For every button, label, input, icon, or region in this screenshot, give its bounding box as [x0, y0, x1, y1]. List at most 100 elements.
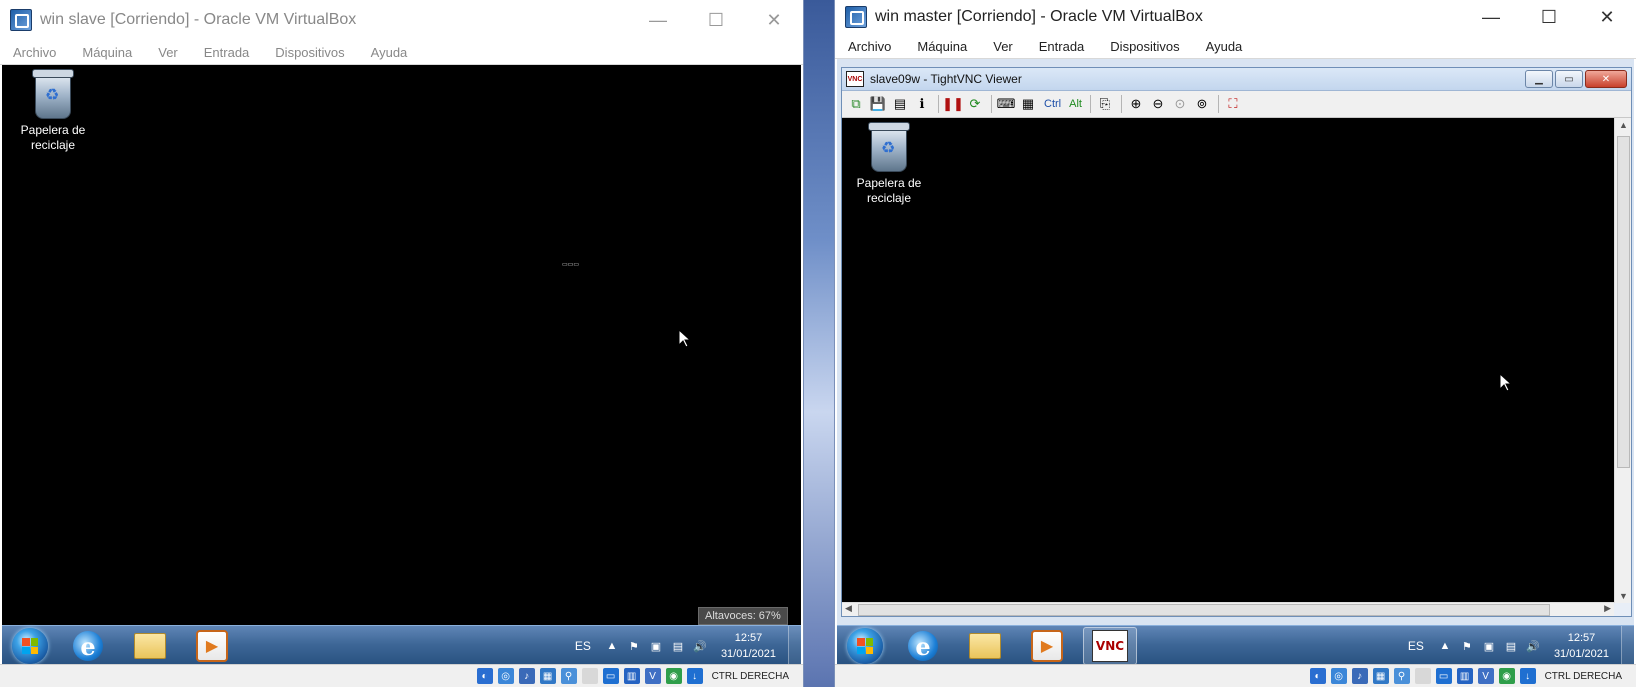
menu-ayuda[interactable]: Ayuda — [358, 45, 421, 60]
recording-status-icon[interactable]: ▥ — [623, 668, 640, 684]
taskbar-internet-explorer[interactable]: e — [897, 628, 949, 664]
scroll-down-icon[interactable]: ▼ — [1619, 591, 1628, 601]
vnc-restore-button[interactable]: ▭ — [1555, 70, 1583, 88]
show-hidden-icons-icon[interactable]: ▲ — [1438, 639, 1452, 653]
tray-clock[interactable]: 12:57 31/01/2021 — [721, 630, 776, 662]
zoom-in-icon[interactable]: ⊕ — [1126, 94, 1146, 114]
vnc-title-bar[interactable]: VNC slave09w - TightVNC Viewer ▁ ▭ ✕ — [842, 68, 1631, 91]
connection-info-icon[interactable]: ℹ — [912, 94, 932, 114]
scroll-left-icon[interactable]: ◀ — [845, 603, 852, 614]
menu-entrada[interactable]: Entrada — [191, 45, 263, 60]
taskbar-internet-explorer[interactable]: e — [62, 628, 114, 664]
slave-vm-screen[interactable]: Papelera de reciclaje ▭▭▭ — [2, 65, 801, 625]
mouse-integration-icon[interactable]: ◉ — [1498, 668, 1515, 684]
taskbar-media-player[interactable]: ▶ — [186, 628, 238, 664]
zoom-out-icon[interactable]: ⊖ — [1148, 94, 1168, 114]
audio-status-icon[interactable]: ♪ — [1351, 668, 1368, 684]
taskbar-media-player[interactable]: ▶ — [1021, 628, 1073, 664]
vertical-scroll-thumb[interactable] — [1617, 136, 1630, 468]
master-title-bar[interactable]: win master [Corriendo] - Oracle VM Virtu… — [835, 0, 1636, 34]
show-desktop-button[interactable] — [1621, 626, 1634, 666]
pause-icon[interactable]: ❚❚ — [942, 94, 964, 114]
display-status-icon[interactable]: ▭ — [1435, 668, 1452, 684]
speaker-icon[interactable]: 🔊 — [693, 639, 707, 653]
windows-start-icon[interactable] — [12, 628, 48, 664]
zoom-fit-icon[interactable]: ⊚ — [1192, 94, 1212, 114]
fullscreen-icon[interactable]: ⛶ — [1223, 94, 1243, 114]
options-icon[interactable]: ▤ — [890, 94, 910, 114]
menu-maquina[interactable]: Máquina — [69, 45, 145, 60]
language-indicator[interactable]: ES — [1408, 639, 1424, 653]
taskbar-explorer[interactable] — [124, 628, 176, 664]
zoom-100-icon[interactable]: ⊙ — [1170, 94, 1190, 114]
menu-entrada[interactable]: Entrada — [1026, 39, 1098, 54]
send-ctrl-esc-icon[interactable]: ▦ — [1018, 94, 1038, 114]
windows-start-icon[interactable] — [847, 628, 883, 664]
hdd-status-icon[interactable]: ◐ — [1309, 668, 1326, 684]
transfer-files-icon[interactable]: ⎘ — [1095, 94, 1115, 114]
menu-ver[interactable]: Ver — [980, 39, 1026, 54]
mouse-integration-icon[interactable]: ◉ — [665, 668, 682, 684]
network-status-icon[interactable]: ▦ — [1372, 668, 1389, 684]
vt-x-status-icon[interactable]: V — [1477, 668, 1494, 684]
master-vm-window[interactable]: win master [Corriendo] - Oracle VM Virtu… — [835, 0, 1636, 687]
keyboard-capture-icon[interactable]: ↓ — [1519, 668, 1536, 684]
menu-archivo[interactable]: Archivo — [835, 39, 904, 54]
shared-folder-status-icon[interactable] — [581, 668, 598, 684]
menu-ayuda[interactable]: Ayuda — [1193, 39, 1256, 54]
scroll-up-icon[interactable]: ▲ — [1619, 120, 1628, 130]
show-hidden-icons-icon[interactable]: ▲ — [605, 639, 619, 653]
recording-status-icon[interactable]: ▥ — [1456, 668, 1473, 684]
speaker-icon[interactable]: 🔊 — [1526, 639, 1540, 653]
save-icon[interactable]: 💾 — [868, 94, 888, 114]
menu-archivo[interactable]: Archivo — [0, 45, 69, 60]
usb-status-icon[interactable]: ⚲ — [560, 668, 577, 684]
vnc-close-button[interactable]: ✕ — [1585, 70, 1627, 88]
vt-x-status-icon[interactable]: V — [644, 668, 661, 684]
device-icon[interactable]: ▣ — [1482, 639, 1496, 653]
menu-ver[interactable]: Ver — [145, 45, 191, 60]
close-button[interactable]: ✕ — [1578, 0, 1636, 34]
ctrl-toggle-button[interactable]: Ctrl — [1044, 98, 1061, 110]
tightvnc-window[interactable]: VNC slave09w - TightVNC Viewer ▁ ▭ ✕ ⧉ 💾… — [841, 67, 1632, 617]
desktop-icon-recycle-bin[interactable]: Papelera de reciclaje — [8, 69, 98, 153]
language-indicator[interactable]: ES — [575, 639, 591, 653]
optical-drive-status-icon[interactable]: ◎ — [1330, 668, 1347, 684]
optical-drive-status-icon[interactable]: ◎ — [497, 668, 514, 684]
action-center-icon[interactable]: ⚑ — [1460, 639, 1474, 653]
show-desktop-button[interactable] — [788, 626, 801, 666]
vnc-horizontal-scrollbar[interactable]: ◀ ▶ — [842, 602, 1614, 616]
hdd-status-icon[interactable]: ◐ — [476, 668, 493, 684]
display-status-icon[interactable]: ▭ — [602, 668, 619, 684]
vnc-minimize-button[interactable]: ▁ — [1525, 70, 1553, 88]
device-icon[interactable]: ▣ — [649, 639, 663, 653]
maximize-button[interactable]: ☐ — [687, 0, 745, 40]
tray-clock[interactable]: 12:57 31/01/2021 — [1554, 630, 1609, 662]
action-center-error-icon[interactable]: ⚑ — [627, 639, 641, 653]
network-status-icon[interactable]: ▦ — [539, 668, 556, 684]
scroll-right-icon[interactable]: ▶ — [1604, 603, 1611, 614]
maximize-button[interactable]: ☐ — [1520, 0, 1578, 34]
menu-dispositivos[interactable]: Dispositivos — [262, 45, 357, 60]
vnc-remote-desktop[interactable]: Papelera de reciclaje — [842, 118, 1614, 603]
new-connection-icon[interactable]: ⧉ — [846, 94, 866, 114]
minimize-button[interactable]: — — [629, 0, 687, 40]
network-icon[interactable]: ▤ — [1504, 639, 1518, 653]
usb-status-icon[interactable]: ⚲ — [1393, 668, 1410, 684]
slave-vm-window[interactable]: win slave [Corriendo] - Oracle VM Virtua… — [0, 0, 803, 687]
taskbar-explorer[interactable] — [959, 628, 1011, 664]
keyboard-capture-icon[interactable]: ↓ — [686, 668, 703, 684]
network-icon[interactable]: ▤ — [671, 639, 685, 653]
desktop-icon-recycle-bin[interactable]: Papelera de reciclaje — [844, 122, 934, 206]
vnc-vertical-scrollbar[interactable]: ▲ ▼ — [1614, 118, 1631, 603]
refresh-icon[interactable]: ⟳ — [965, 94, 985, 114]
taskbar-tightvnc[interactable]: VNC — [1083, 627, 1137, 665]
alt-toggle-button[interactable]: Alt — [1069, 98, 1082, 110]
shared-folder-status-icon[interactable] — [1414, 668, 1431, 684]
close-button[interactable]: ✕ — [745, 0, 803, 40]
send-ctrl-alt-del-icon[interactable]: ⌨ — [996, 94, 1016, 114]
master-vm-screen[interactable]: VNC slave09w - TightVNC Viewer ▁ ▭ ✕ ⧉ 💾… — [837, 59, 1634, 625]
menu-dispositivos[interactable]: Dispositivos — [1097, 39, 1192, 54]
minimize-button[interactable]: — — [1462, 0, 1520, 34]
horizontal-scroll-thumb[interactable] — [858, 604, 1550, 616]
